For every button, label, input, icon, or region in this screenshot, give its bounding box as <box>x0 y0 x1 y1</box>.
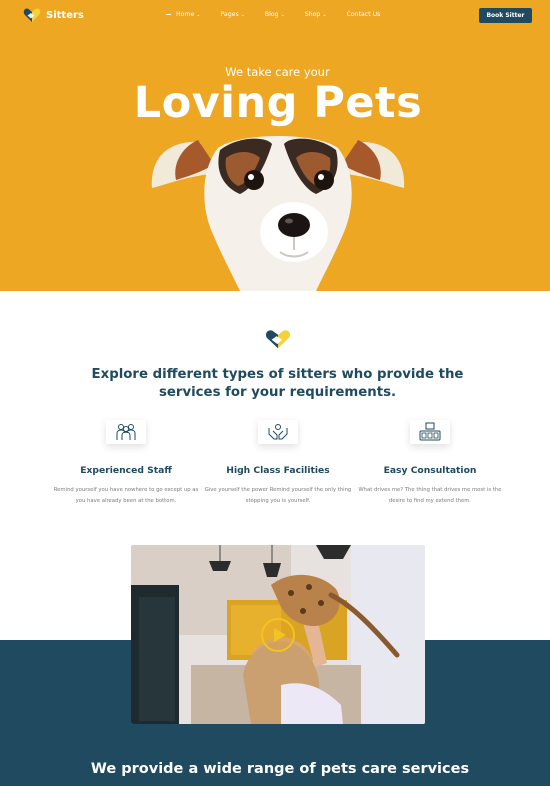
chevron-down-icon: ⌄ <box>280 11 285 18</box>
feature-icon-box <box>410 420 450 444</box>
chevron-down-icon: ⌄ <box>196 11 201 18</box>
consultation-icon <box>419 422 441 441</box>
main-menu: Home ⌄ Pages ⌄ Blog ⌄ Shop ⌄ Contact Us <box>166 11 400 18</box>
book-sitter-button[interactable]: Book Sitter <box>479 8 532 23</box>
logo[interactable]: Sitters <box>23 7 84 23</box>
feature-title: Experienced Staff <box>80 465 172 476</box>
feature-card: Easy Consultation What drives me? The th… <box>356 420 504 507</box>
menu-label: Blog <box>264 11 279 18</box>
logo-text: Sitters <box>46 9 84 21</box>
menu-label: Home <box>176 11 195 18</box>
feature-icon-box <box>258 420 298 444</box>
feature-title: Easy Consultation <box>383 465 477 476</box>
feature-description: What drives me? The thing that drives me… <box>358 487 502 504</box>
top-navigation: Sitters Home ⌄ Pages ⌄ Blog ⌄ Shop ⌄ Con… <box>0 0 550 32</box>
active-indicator <box>166 14 171 15</box>
staff-icon <box>116 424 136 440</box>
feature-card: High Class Facilities Give yourself the … <box>204 420 352 507</box>
feature-description: Give yourself the power Remind yourself … <box>204 487 352 504</box>
menu-item-shop[interactable]: Shop ⌄ <box>305 11 327 18</box>
menu-item-home[interactable]: Home ⌄ <box>166 11 200 18</box>
feature-description: Remind yourself you have nowhere to go e… <box>53 487 199 504</box>
menu-item-contact[interactable]: Contact Us <box>347 11 381 18</box>
services-title: We provide a wide range of pets care ser… <box>90 761 470 777</box>
dog-image <box>151 136 405 291</box>
play-icon[interactable] <box>260 617 296 653</box>
menu-item-blog[interactable]: Blog ⌄ <box>265 11 285 18</box>
feature-icon-box <box>106 420 146 444</box>
hero-title: Loving Pets <box>133 78 423 128</box>
heart-logo-icon <box>23 8 41 22</box>
feature-title: High Class Facilities <box>226 465 330 476</box>
menu-item-pages[interactable]: Pages ⌄ <box>220 11 244 18</box>
hands-icon <box>268 424 288 440</box>
menu-label: Contact Us <box>346 11 381 18</box>
chevron-down-icon: ⌄ <box>322 11 327 18</box>
chevron-down-icon: ⌄ <box>240 11 245 18</box>
heart-hands-icon <box>265 330 291 349</box>
video-thumbnail[interactable] <box>131 545 425 724</box>
menu-label: Pages <box>220 11 239 18</box>
menu-label: Shop <box>304 11 321 18</box>
hero-section: Sitters Home ⌄ Pages ⌄ Blog ⌄ Shop ⌄ Con… <box>0 0 550 291</box>
feature-card: Experienced Staff Remind yourself you ha… <box>52 420 200 507</box>
intro-heading: Explore different types of sitters who p… <box>91 367 464 400</box>
hero-subtitle: We take care your <box>225 65 330 79</box>
